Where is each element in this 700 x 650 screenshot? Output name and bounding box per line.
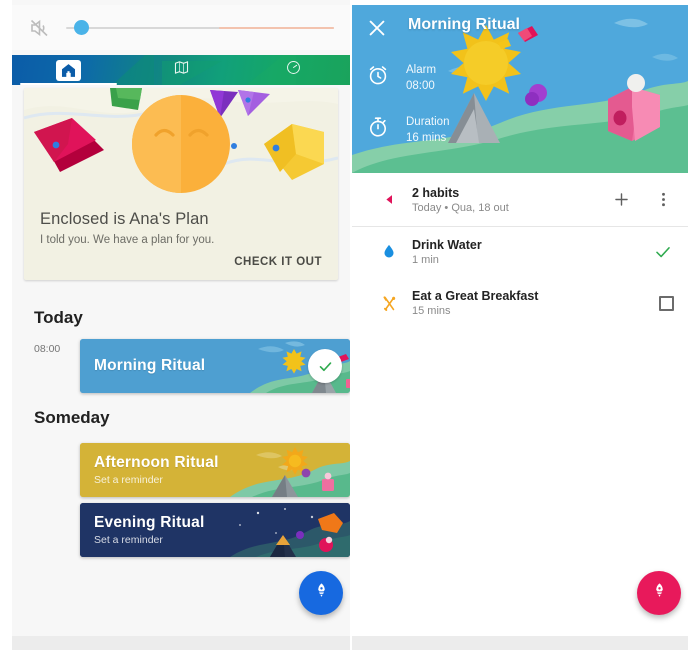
home-icon <box>55 59 81 81</box>
add-ritual-fab[interactable] <box>299 571 343 615</box>
habit-duration: 15 mins <box>412 305 451 317</box>
water-drop-icon <box>366 243 412 261</box>
top-tab-bar <box>12 55 350 85</box>
habit-name: Drink Water <box>412 238 482 252</box>
volume-overlay <box>12 5 350 50</box>
left-phone-panel: Enclosed is Ana's Plan I told you. We ha… <box>12 0 350 650</box>
slider-track-highlight <box>218 26 334 29</box>
ritual-subtitle: Set a reminder <box>94 474 163 486</box>
habit-name: Eat a Great Breakfast <box>412 289 539 303</box>
habit-done-check-icon[interactable] <box>652 241 674 263</box>
habits-group-text: 2 habits Today • Qua, 18 out <box>412 186 602 214</box>
tab-active-underline <box>20 83 117 85</box>
promo-card[interactable]: Enclosed is Ana's Plan I told you. We ha… <box>24 88 338 280</box>
section-title-someday: Someday <box>34 408 110 427</box>
habit-row-drink-water[interactable]: Drink Water 1 min <box>352 227 688 277</box>
screenshot-root: Enclosed is Ana's Plan I told you. We ha… <box>0 0 700 650</box>
promo-title: Enclosed is Ana's Plan <box>40 210 209 228</box>
map-icon <box>173 59 190 81</box>
sidebar-item-map[interactable] <box>125 55 238 85</box>
close-icon[interactable] <box>366 17 388 39</box>
ritual-card-afternoon[interactable]: Afternoon Ritual Set a reminder <box>80 443 350 497</box>
overflow-menu-icon[interactable] <box>652 189 674 211</box>
fork-spoon-icon <box>366 294 412 313</box>
ritual-complete-badge[interactable] <box>308 349 342 383</box>
promo-text: Enclosed is Ana's Plan I told you. We ha… <box>24 196 338 252</box>
triangle-left-icon[interactable] <box>366 192 412 207</box>
gauge-icon <box>285 59 302 81</box>
promo-actions: CHECK IT OUT <box>24 252 338 280</box>
page-title: Morning Ritual <box>408 16 520 33</box>
habit-text: Drink Water 1 min <box>412 238 644 266</box>
habit-state[interactable] <box>651 295 674 311</box>
meta-duration-label: Duration <box>406 116 450 128</box>
volume-slider[interactable] <box>66 18 334 38</box>
habits-date: Today • Qua, 18 out <box>412 201 509 214</box>
ritual-detail-header: Morning Ritual Alarm 08:00 Duration 16 m… <box>352 5 688 173</box>
habits-count: 2 habits <box>412 185 460 200</box>
ritual-title: Afternoon Ritual <box>94 454 219 471</box>
ritual-subtitle: Set a reminder <box>94 534 163 546</box>
habit-row-eat-breakfast[interactable]: Eat a Great Breakfast 15 mins <box>352 278 688 328</box>
item-time-today: 08:00 <box>34 343 61 355</box>
meta-duration-value: 16 mins <box>406 131 447 144</box>
promo-subtitle: I told you. We have a plan for you. <box>40 234 215 246</box>
start-ritual-fab[interactable] <box>637 571 681 615</box>
habit-state[interactable] <box>644 241 674 263</box>
ritual-card-morning[interactable]: Morning Ritual <box>80 339 350 393</box>
habit-duration: 1 min <box>412 254 439 266</box>
slider-thumb[interactable] <box>74 20 90 35</box>
bottom-nav-strip <box>12 636 350 650</box>
promo-illustration <box>24 88 338 196</box>
habit-text: Eat a Great Breakfast 15 mins <box>412 289 651 317</box>
add-habit-button[interactable] <box>610 189 632 211</box>
meta-alarm: Alarm 08:00 <box>366 63 436 94</box>
bottom-nav-strip <box>352 636 688 650</box>
right-phone-panel: Morning Ritual Alarm 08:00 Duration 16 m… <box>352 0 688 650</box>
meta-duration: Duration 16 mins <box>366 115 449 146</box>
sidebar-item-dashboard[interactable] <box>237 55 350 85</box>
meta-alarm-value: 08:00 <box>406 79 435 92</box>
section-title-today: Today <box>34 308 83 327</box>
meta-alarm-label: Alarm <box>406 64 437 76</box>
sidebar-item-home[interactable] <box>12 55 125 85</box>
ritual-label-evening: Evening Ritual Set a reminder <box>80 503 350 557</box>
mute-speaker-icon[interactable] <box>28 16 52 40</box>
alarm-clock-icon <box>366 63 390 87</box>
rocket-icon <box>651 582 668 604</box>
habits-group-header[interactable]: 2 habits Today • Qua, 18 out <box>352 173 688 226</box>
ritual-title: Evening Ritual <box>94 514 205 531</box>
ritual-title: Morning Ritual <box>94 357 206 374</box>
stopwatch-icon <box>366 115 390 139</box>
habits-group-actions <box>602 189 674 211</box>
habit-checkbox[interactable] <box>659 295 674 311</box>
ritual-card-evening[interactable]: Evening Ritual Set a reminder <box>80 503 350 557</box>
ritual-label-afternoon: Afternoon Ritual Set a reminder <box>80 443 350 497</box>
sleeping-sun-face-illustration <box>24 88 338 196</box>
rocket-icon <box>313 582 330 604</box>
check-it-out-button[interactable]: CHECK IT OUT <box>234 256 322 268</box>
